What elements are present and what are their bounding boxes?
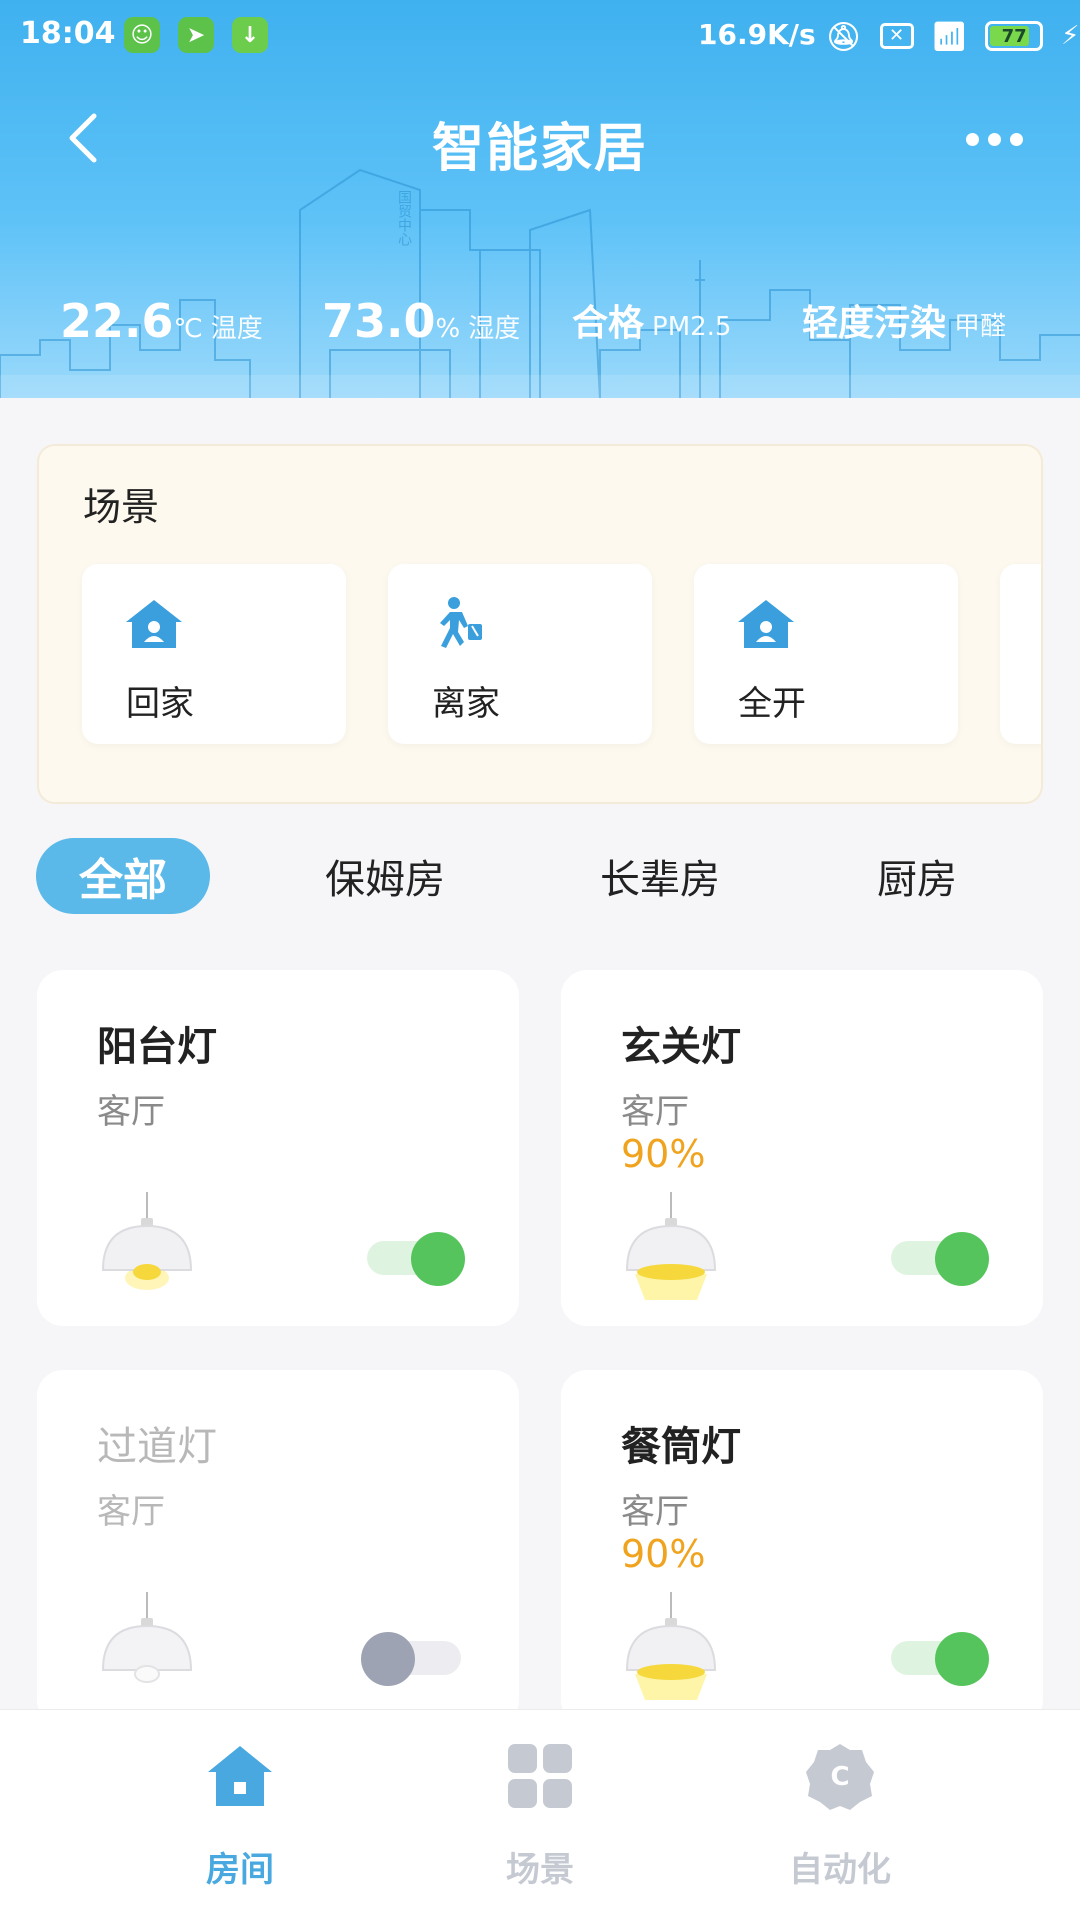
battery-level: 77: [1001, 25, 1027, 47]
android-app-icon: ☺: [124, 17, 160, 53]
power-toggle[interactable]: [891, 1232, 989, 1286]
scenes-card: 场景 回家 离家 全开: [37, 444, 1043, 804]
nav-label: 房间: [206, 1850, 274, 1890]
city-skyline-illustration: 国贸中心: [0, 168, 1080, 398]
nav-scenes[interactable]: 场景: [430, 1740, 650, 1900]
pm25-label: PM2.5: [652, 312, 732, 342]
temperature-unit: ℃: [173, 314, 203, 344]
power-toggle[interactable]: [361, 1632, 463, 1686]
silent-bell-icon: 🔕︎: [826, 19, 862, 53]
pm25-value: 合格: [572, 303, 645, 344]
humidity-unit: %: [435, 314, 461, 344]
device-card-corridor-light[interactable]: 过道灯 客厅: [37, 1370, 519, 1726]
status-time: 18:04: [20, 16, 116, 51]
wifi-icon: 📶︎: [931, 19, 968, 53]
svg-text:C: C: [830, 1762, 849, 1792]
brightness-level: 90%: [621, 1132, 706, 1176]
device-card-balcony-light[interactable]: 阳台灯 客厅: [37, 970, 519, 1326]
sim-card-icon: ✕: [879, 23, 914, 49]
device-name: 过道灯: [97, 1424, 217, 1470]
scene-label: 全开: [738, 684, 806, 724]
tab-kitchen[interactable]: 厨房: [862, 838, 972, 914]
device-card-dining-downlight[interactable]: 餐筒灯 客厅 90%: [561, 1370, 1043, 1726]
humidity-readout: 73.0 % 湿度: [322, 294, 520, 348]
scene-label: 离家: [432, 684, 500, 724]
humidity-value: 73.0: [322, 294, 436, 348]
home-user-icon: [126, 600, 182, 648]
more-options-button[interactable]: [966, 124, 1030, 154]
nav-label: 场景: [506, 1850, 574, 1890]
page-title: 智能家居: [431, 119, 648, 179]
formaldehyde-value: 轻度污染: [802, 303, 947, 344]
charging-icon: ⚡: [1061, 21, 1080, 51]
device-card-entrance-light[interactable]: 玄关灯 客厅 90%: [561, 970, 1043, 1326]
device-room: 客厅: [621, 1092, 689, 1132]
download-app-icon: ↓: [232, 17, 268, 53]
scene-tile-partial[interactable]: [1000, 564, 1041, 744]
device-room: 客厅: [97, 1092, 165, 1132]
formaldehyde-label: 甲醛: [954, 312, 1007, 342]
temperature-value: 22.6: [60, 294, 174, 348]
grid-icon: [508, 1744, 572, 1808]
temperature-label: 温度: [210, 314, 263, 344]
device-room: 客厅: [97, 1492, 165, 1532]
scenes-title: 场景: [83, 485, 160, 529]
walking-person-icon: [440, 597, 482, 648]
pendant-lamp-icon: [101, 1192, 193, 1290]
device-name: 玄关灯: [621, 1024, 741, 1070]
device-room: 客厅: [621, 1492, 689, 1532]
status-bar: 18:04 ☺ ➤ ↓ 16.9K/s 🔕︎ ✕ 📶︎ 77 ⚡: [0, 0, 1080, 72]
tab-elder-room[interactable]: 长辈房: [585, 838, 735, 914]
nav-rooms[interactable]: 房间: [130, 1740, 350, 1900]
power-toggle[interactable]: [891, 1632, 989, 1686]
home-user-icon: [738, 600, 794, 648]
tab-nanny-room[interactable]: 保姆房: [310, 838, 460, 914]
bottom-navigation: 房间 场景 C 自动化: [0, 1710, 1080, 1920]
brightness-level: 90%: [621, 1532, 706, 1576]
paper-plane-app-icon: ➤: [178, 17, 214, 53]
tab-all[interactable]: 全部: [36, 838, 210, 914]
header: 国贸中心 18:04 ☺ ➤ ↓ 16.9K/s 🔕︎ ✕ 📶︎ 77 ⚡ 智能…: [0, 0, 1080, 398]
house-icon: [208, 1746, 272, 1806]
gear-icon: C: [806, 1744, 874, 1810]
battery-icon: 77: [985, 21, 1044, 51]
scene-tile-home[interactable]: 回家: [82, 564, 346, 744]
network-speed: 16.9K/s: [698, 18, 816, 51]
power-toggle[interactable]: [367, 1232, 465, 1286]
scene-tile-leave[interactable]: 离家: [388, 564, 652, 744]
building-sign: 国贸中心: [396, 190, 412, 246]
pm25-readout: 合格 PM2.5: [572, 294, 731, 346]
scene-tile-all-on[interactable]: 全开: [694, 564, 958, 744]
pendant-lamp-lit-icon: [625, 1592, 717, 1700]
pendant-lamp-lit-icon: [625, 1192, 717, 1300]
nav-label: 自动化: [789, 1850, 891, 1890]
scene-label: 回家: [126, 684, 194, 724]
device-name: 阳台灯: [97, 1024, 217, 1070]
nav-automation[interactable]: C 自动化: [730, 1740, 950, 1900]
pendant-lamp-off-icon: [101, 1592, 193, 1683]
temperature-readout: 22.6 ℃ 温度: [60, 294, 263, 348]
humidity-label: 湿度: [468, 314, 521, 344]
device-name: 餐筒灯: [621, 1424, 741, 1470]
formaldehyde-readout: 轻度污染 甲醛: [802, 294, 1006, 346]
